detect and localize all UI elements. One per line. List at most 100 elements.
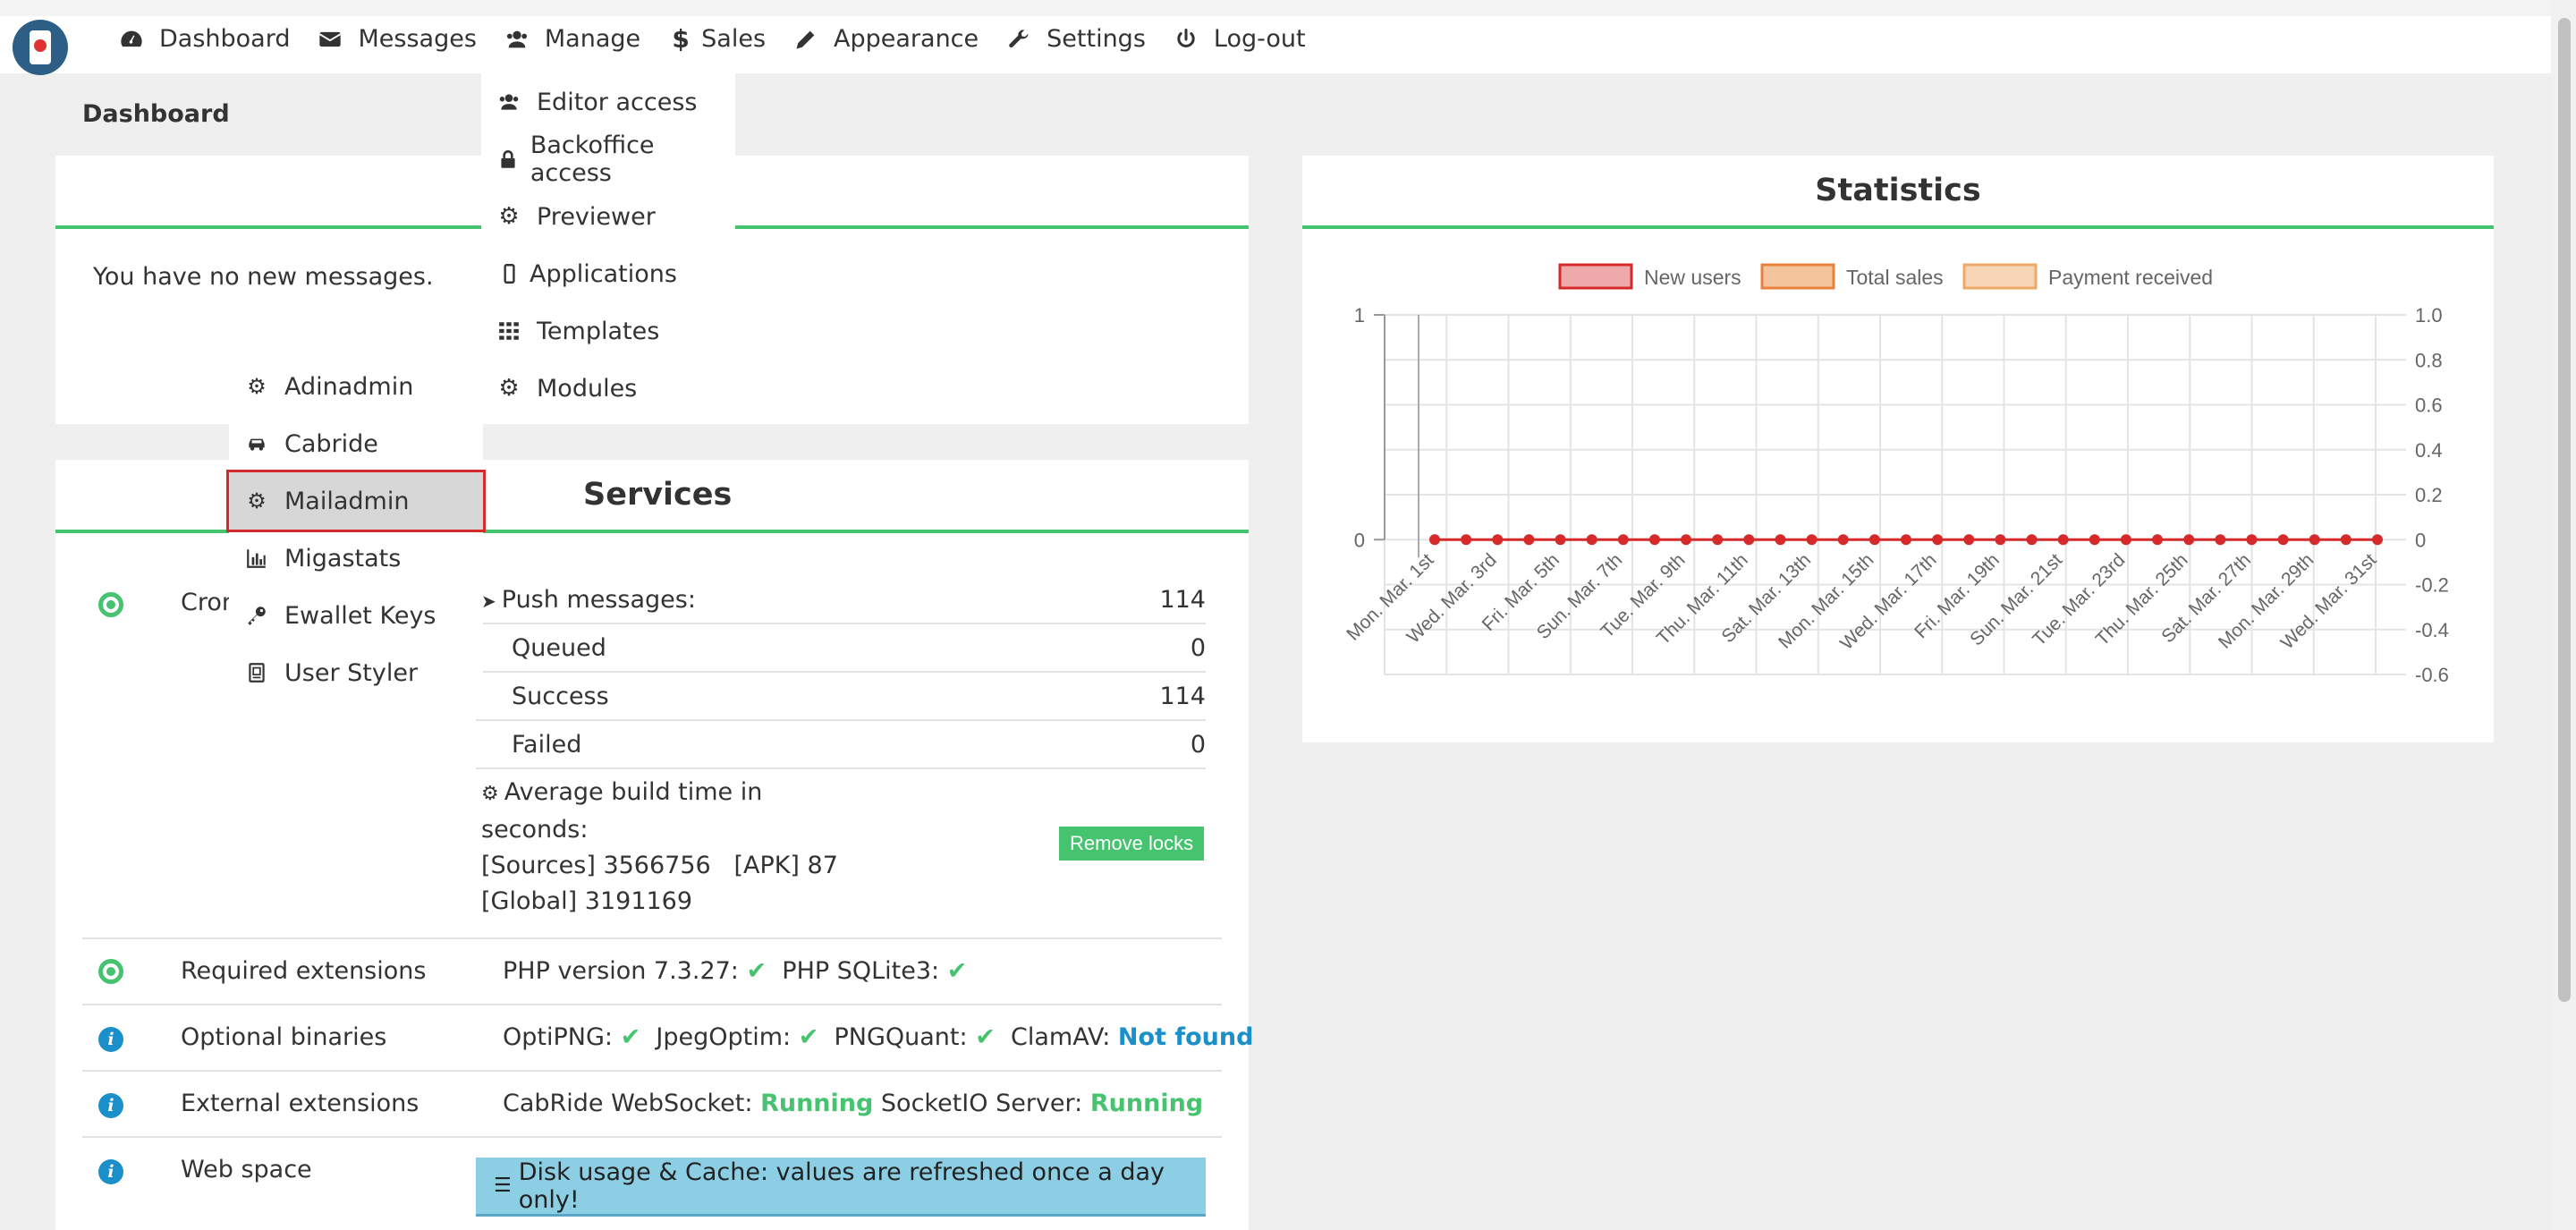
failed-value: 0	[1190, 730, 1206, 759]
info-icon: i	[98, 1027, 123, 1052]
modules-submenu: ⚙ Adinadmin Cabride ⚙ Mailadmin Migastat…	[226, 358, 486, 703]
submenu-migastats[interactable]: Migastats	[229, 530, 483, 587]
statistics-chart: New users Total sales Payment received 1.0 0…	[1343, 263, 2449, 686]
data-point	[1712, 534, 1724, 546]
phone-logo-icon	[30, 30, 51, 64]
right-axis-tick: -0.2	[2415, 574, 2449, 597]
check-icon: ✔	[746, 957, 767, 985]
data-point	[1648, 534, 1660, 546]
data-point	[2026, 534, 2038, 546]
data-point	[1681, 534, 1692, 546]
main-nav: Dashboard Messages Manage $ Sales Appear…	[118, 24, 1333, 54]
data-point	[2340, 534, 2351, 546]
data-point	[1429, 534, 1440, 546]
database-icon: ☰	[494, 1175, 512, 1197]
key-icon	[243, 604, 270, 627]
disk-usage-alert: ☰ Disk usage & Cache: values are refresh…	[476, 1158, 1206, 1217]
push-messages-row: ➤ Push messages: 114	[476, 576, 1206, 624]
data-point	[2089, 534, 2100, 546]
gears-icon: ⚙	[481, 783, 499, 805]
data-point	[1901, 534, 1911, 546]
menu-backoffice-access[interactable]: Backoffice access	[481, 131, 735, 188]
grid-icon	[496, 319, 522, 343]
status-ok-icon	[98, 592, 123, 617]
queued-value: 0	[1190, 633, 1206, 662]
app-logo[interactable]	[13, 20, 68, 75]
menu-applications[interactable]: Applications	[481, 245, 735, 302]
legend-label: Total sales	[1846, 266, 1944, 289]
data-point	[1806, 534, 1818, 546]
nav-appearance[interactable]: Appearance	[792, 25, 979, 53]
data-point	[2246, 534, 2258, 546]
submenu-mailadmin[interactable]: ⚙ Mailadmin	[226, 470, 486, 532]
statistics-panel-title: Statistics	[1302, 156, 2494, 229]
submenu-adinadmin[interactable]: ⚙ Adinadmin	[229, 358, 483, 415]
nav-messages[interactable]: Messages	[317, 25, 477, 53]
required-extensions-row: Required extensions PHP version 7.3.27: …	[82, 939, 1222, 1005]
data-point	[1775, 534, 1786, 546]
optional-binaries-row: i Optional binaries OptiPNG: ✔ JpegOptim…	[82, 1005, 1253, 1072]
nav-settings[interactable]: Settings	[1005, 25, 1146, 53]
info-icon: i	[98, 1093, 123, 1118]
nav-manage-label: Manage	[544, 25, 641, 53]
submenu-user-styler[interactable]: User Styler	[229, 644, 483, 701]
data-point	[1837, 534, 1849, 546]
data-point	[2372, 534, 2383, 546]
data-point	[1492, 534, 1504, 546]
gear-icon: ⚙	[498, 375, 520, 402]
nav-logout[interactable]: Log-out	[1173, 25, 1306, 53]
gears-icon: ⚙	[247, 374, 267, 399]
dollar-icon: $	[672, 24, 690, 54]
required-label: Required extensions	[181, 957, 427, 985]
data-point	[1932, 534, 1944, 546]
status-ok-icon	[98, 959, 123, 984]
nav-manage[interactable]: Manage	[504, 25, 640, 53]
optional-value: OptiPNG: ✔ JpegOptim: ✔ PNGQuant: ✔ Clam…	[503, 1023, 1254, 1051]
push-label: Push messages:	[501, 585, 696, 614]
info-icon: i	[98, 1159, 123, 1184]
menu-modules[interactable]: ⚙ Modules	[481, 360, 735, 417]
legend-label: Payment received	[2048, 266, 2213, 289]
submenu-ewallet-keys[interactable]: Ewallet Keys	[229, 587, 483, 644]
right-axis-tick: 0.8	[2415, 349, 2443, 371]
success-label: Success	[512, 682, 609, 710]
page-scrollbar[interactable]	[2551, 0, 2576, 1230]
external-value: CabRide WebSocket: Running SocketIO Serv…	[503, 1090, 1204, 1117]
nav-dashboard[interactable]: Dashboard	[118, 25, 290, 53]
remove-locks-button[interactable]: Remove locks	[1059, 827, 1205, 861]
data-point	[1586, 534, 1597, 546]
manage-dropdown: Editor access Backoffice access ⚙ Previe…	[481, 73, 735, 410]
paper-plane-icon: ➤	[481, 590, 496, 612]
document-icon	[243, 661, 270, 684]
gears-icon: ⚙	[247, 488, 267, 513]
statistics-panel: Statistics New users Total sales Payment r…	[1302, 156, 2494, 742]
data-point	[2120, 534, 2131, 546]
push-value: 114	[1159, 585, 1206, 614]
submenu-cabride[interactable]: Cabride	[229, 415, 483, 472]
menu-previewer[interactable]: ⚙ Previewer	[481, 188, 735, 245]
right-axis-tick: 0.4	[2415, 439, 2443, 462]
success-value: 114	[1159, 682, 1206, 710]
mobile-icon	[496, 262, 522, 285]
scrollbar-thumb[interactable]	[2558, 18, 2571, 1002]
nav-sales-label: Sales	[701, 25, 767, 53]
websocket-status: Running	[760, 1090, 874, 1117]
check-icon: ✔	[620, 1023, 641, 1051]
build-time: ⚙ Average build time in seconds: [Sources…	[481, 775, 838, 920]
gear-icon: ⚙	[498, 203, 520, 230]
legend-label: New users	[1644, 266, 1741, 289]
data-point	[2215, 534, 2226, 546]
push-queued-row: Queued 0	[476, 624, 1206, 673]
left-axis-tick: 0	[1354, 529, 1365, 551]
legend-swatch	[1760, 263, 1835, 290]
data-point	[2309, 534, 2320, 546]
menu-editor-access[interactable]: Editor access	[481, 73, 735, 131]
data-point	[1523, 534, 1535, 546]
menu-templates[interactable]: Templates	[481, 302, 735, 360]
nav-messages-label: Messages	[358, 25, 477, 53]
build-line2: seconds:	[481, 816, 589, 844]
nav-logout-label: Log-out	[1213, 25, 1306, 53]
lock-icon	[496, 148, 521, 171]
nav-sales[interactable]: $ Sales	[667, 24, 767, 54]
wrench-icon	[1005, 26, 1032, 53]
